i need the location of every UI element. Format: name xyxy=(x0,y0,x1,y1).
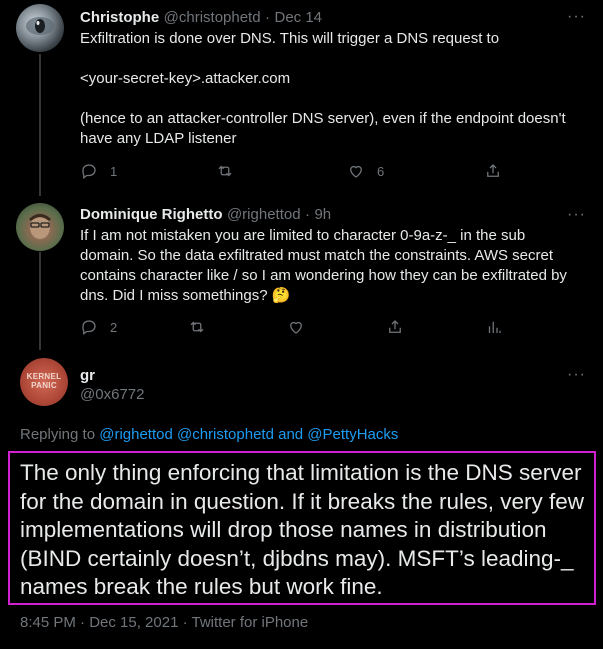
author-handle[interactable]: @christophetd xyxy=(164,9,261,26)
replying-to-links[interactable]: @righettod @christophetd and @PettyHacks xyxy=(99,426,398,443)
reply-icon xyxy=(82,320,96,336)
analytics-icon xyxy=(488,321,501,333)
thread-connector xyxy=(39,252,41,350)
reply-count: 2 xyxy=(110,319,118,335)
tweet-actions: 2 xyxy=(80,318,580,338)
timestamp[interactable]: Dec 14 xyxy=(274,9,322,26)
avatar[interactable]: KERNEL PANIC xyxy=(20,358,68,406)
retweet-button[interactable] xyxy=(188,318,206,336)
main-tweet-text: The only thing enforcing that limitation… xyxy=(20,460,585,599)
like-button[interactable] xyxy=(287,318,305,336)
more-icon[interactable]: ··· xyxy=(567,9,586,25)
timestamp[interactable]: 9h xyxy=(314,206,331,223)
like-count: 6 xyxy=(377,163,385,179)
tweet-header: Christophe @christophetd · Dec 14 xyxy=(80,9,322,27)
tweet-meta: 8:45 PM · Dec 15, 2021 · Twitter for iPh… xyxy=(20,614,309,631)
tweet-actions: 1 6 xyxy=(80,162,580,182)
more-icon[interactable]: ··· xyxy=(567,207,586,223)
author-name[interactable]: gr xyxy=(80,367,95,384)
reply-button[interactable]: 1 xyxy=(80,162,117,180)
tweet-text: Exfiltration is done over DNS. This will… xyxy=(80,30,566,147)
reply-button[interactable]: 2 xyxy=(80,318,117,336)
separator: · xyxy=(305,206,311,223)
retweet-button[interactable] xyxy=(216,162,234,180)
retweet-icon xyxy=(190,321,204,333)
avatar-text: KERNEL PANIC xyxy=(26,372,62,390)
more-icon[interactable]: ··· xyxy=(567,367,586,383)
avatar[interactable] xyxy=(16,203,64,251)
author-name[interactable]: Christophe xyxy=(80,9,159,26)
tweet-header: Dominique Righetto @righettod · 9h xyxy=(80,206,331,224)
author-name[interactable]: Dominique Righetto xyxy=(80,206,223,223)
heart-icon xyxy=(350,165,362,178)
separator: · xyxy=(265,9,271,26)
heart-icon xyxy=(290,321,302,334)
share-icon xyxy=(487,164,499,177)
author-handle[interactable]: @0x6772 xyxy=(80,386,144,403)
author-handle[interactable]: @righettod xyxy=(227,206,301,223)
retweet-icon xyxy=(218,165,232,177)
reply-count: 1 xyxy=(110,163,118,179)
thread-connector xyxy=(39,54,41,196)
avatar[interactable] xyxy=(16,4,64,52)
share-button[interactable] xyxy=(484,162,502,180)
replying-to-label: Replying to xyxy=(20,426,100,443)
share-icon xyxy=(389,320,401,333)
share-button[interactable] xyxy=(386,318,404,336)
replying-to: Replying to @righettod @christophetd and… xyxy=(20,426,398,443)
like-button[interactable]: 6 xyxy=(347,162,384,180)
tweet-text: If I am not mistaken you are limited to … xyxy=(80,227,572,304)
reply-icon xyxy=(82,164,96,180)
analytics-button[interactable] xyxy=(485,318,503,336)
